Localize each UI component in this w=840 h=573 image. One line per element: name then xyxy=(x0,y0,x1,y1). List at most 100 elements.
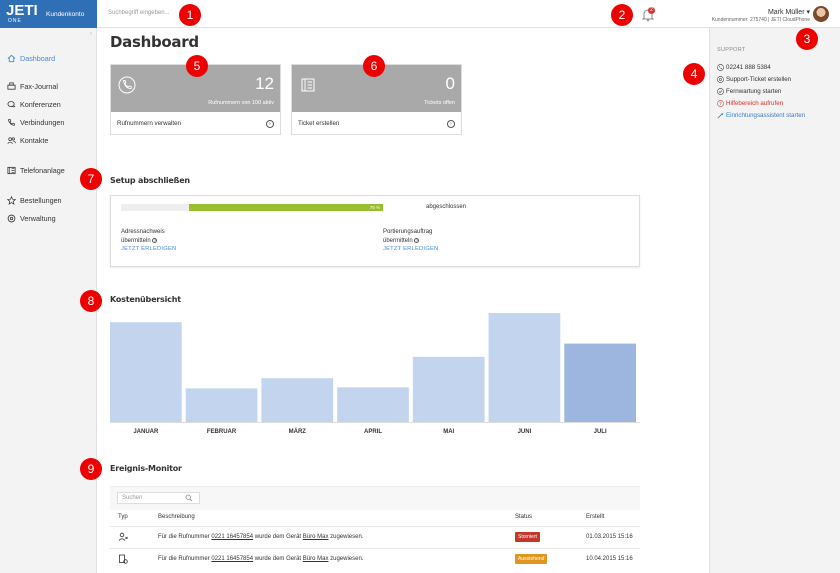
info-icon[interactable]: ? xyxy=(414,237,420,243)
sidebar-item-verbindungen[interactable]: Verbindungen xyxy=(6,116,64,128)
x-tick-label: MAI xyxy=(443,429,454,435)
avatar[interactable] xyxy=(813,6,829,22)
chevron-down-icon: ▾ xyxy=(806,9,810,16)
task-address-proof: Adressnachweis übermitteln ? JETZT ERLED… xyxy=(121,228,176,254)
bar-februar[interactable] xyxy=(185,388,258,422)
column-header-status[interactable]: Status xyxy=(515,514,532,520)
svg-text:?: ? xyxy=(719,101,722,106)
phone-number-link[interactable]: 0221 16457854 xyxy=(211,534,253,540)
costs-chart: JANUAR FEBRUAR MÄRZ APRIL MAI JUNI JULI xyxy=(110,306,640,444)
device-link[interactable]: Büro Max xyxy=(303,556,329,562)
support-item-label: Einrichtungsassistent starten xyxy=(726,112,806,119)
sidebar-item-label: Dashboard xyxy=(20,53,56,63)
sidebar-item-label: Bestellungen xyxy=(20,195,62,205)
sidebar-item-dashboard[interactable]: Dashboard xyxy=(6,52,55,64)
bar-januar[interactable] xyxy=(110,322,182,422)
sidebar-item-label: Fax-Journal xyxy=(20,81,58,91)
task-action-link[interactable]: JETZT ERLEDIGEN xyxy=(121,245,176,254)
create-ticket-link[interactable]: Ticket erstellen › xyxy=(292,112,461,135)
card-caption: Rufnummern von 100 aktiv xyxy=(208,100,274,106)
notification-badge: 2 xyxy=(648,7,655,14)
help-icon: ? xyxy=(717,100,724,107)
chat-icon xyxy=(6,99,16,109)
card-number: 0 xyxy=(445,74,455,93)
setup-progress-bar: 75 % xyxy=(121,204,383,211)
column-header-description[interactable]: Beschreibung xyxy=(158,514,195,520)
info-icon[interactable]: ? xyxy=(152,237,158,243)
top-bar: JETI ONE Kundenkonto Suchbegriff eingebe… xyxy=(0,0,840,28)
sidebar-item-label: Konferenzen xyxy=(20,99,61,109)
column-header-type[interactable]: Typ xyxy=(118,514,128,520)
bar-märz[interactable] xyxy=(261,378,334,422)
setup-panel: 75 % abgeschlossen Adressnachweis übermi… xyxy=(110,195,640,267)
phone-number-link[interactable]: 0221 16457854 xyxy=(211,556,253,562)
marker-6: 6 xyxy=(363,55,385,77)
support-panel: SUPPORT 02241 888 5384 Support-Ticket er… xyxy=(709,28,840,573)
user-menu[interactable]: Mark Müller ▾ xyxy=(768,8,810,16)
task-action-link[interactable]: JETZT ERLEDIGEN xyxy=(383,245,438,254)
sidebar-item-konferenzen[interactable]: Konferenzen xyxy=(6,98,61,110)
sidebar-item-bestellungen[interactable]: Bestellungen xyxy=(6,194,62,206)
progress-label: abgeschlossen xyxy=(426,204,467,210)
card-number: 12 xyxy=(255,74,274,93)
setup-title: Setup abschließen xyxy=(110,176,190,185)
bar-april[interactable] xyxy=(337,387,409,422)
global-search-input[interactable]: Suchbegriff eingeben... xyxy=(108,10,170,16)
collapse-icon[interactable]: ‹ xyxy=(90,31,92,37)
help-link[interactable]: ? Hilfebereich aufrufen xyxy=(717,100,783,107)
marker-4: 4 xyxy=(683,63,705,85)
desc-text: wurde dem Gerät xyxy=(253,556,303,562)
device-icon xyxy=(301,78,315,92)
column-header-created[interactable]: Erstellt xyxy=(586,514,604,520)
events-title: Ereignis-Monitor xyxy=(110,464,182,473)
bar-juni[interactable] xyxy=(488,313,561,422)
fax-icon xyxy=(6,81,16,91)
sidebar-item-telefonanlage[interactable]: Telefonanlage xyxy=(6,164,65,176)
pbx-icon xyxy=(6,165,16,175)
sidebar-item-label: Verwaltung xyxy=(20,213,56,223)
bar-juli[interactable] xyxy=(564,343,636,422)
desc-text: Für die Rufnummer xyxy=(158,534,212,540)
wizard-icon xyxy=(717,112,724,119)
x-tick-label: MÄRZ xyxy=(289,428,307,435)
setup-wizard-link[interactable]: Einrichtungsassistent starten xyxy=(717,112,805,119)
logo[interactable]: JETI ONE Kundenkonto xyxy=(0,0,97,28)
event-date: 01.03.2015 15:16 xyxy=(586,534,633,540)
remote-icon xyxy=(717,88,724,95)
costs-bar-chart: JANUAR FEBRUAR MÄRZ APRIL MAI JUNI JULI xyxy=(110,313,640,435)
search-icon[interactable] xyxy=(185,494,193,502)
device-link[interactable]: Büro Max xyxy=(303,534,329,540)
at-icon xyxy=(717,76,724,83)
x-tick-label: JANUAR xyxy=(133,429,159,435)
sidebar-item-label: Kontakte xyxy=(20,135,49,145)
task-title: Adressnachweis xyxy=(121,229,165,235)
sidebar-item-label: Telefonanlage xyxy=(20,165,65,175)
sidebar-item-kontakte[interactable]: Kontakte xyxy=(6,134,48,146)
progress-percent: 75 % xyxy=(369,205,380,210)
desc-text: zugewiesen. xyxy=(328,556,364,562)
x-tick-label: JUNI xyxy=(518,429,532,435)
marker-3: 3 xyxy=(796,28,818,50)
account-name: Kundenkonto xyxy=(46,11,85,18)
remote-maintenance-link[interactable]: Fernwartung starten xyxy=(717,88,781,95)
sidebar-item-fax-journal[interactable]: Fax-Journal xyxy=(6,80,58,92)
support-ticket-link[interactable]: Support-Ticket erstellen xyxy=(717,76,791,83)
x-tick-label: JULI xyxy=(594,429,607,435)
support-item-label: Support-Ticket erstellen xyxy=(726,76,792,83)
table-row[interactable]: Für die Rufnummer 0221 16457854 wurde de… xyxy=(110,548,640,570)
sidebar-item-verwaltung[interactable]: Verwaltung xyxy=(6,212,56,224)
table-row[interactable]: Für die Rufnummer 0221 16457854 wurde de… xyxy=(110,526,640,548)
support-item-label: Hilfebereich aufrufen xyxy=(726,100,784,107)
marker-8: 8 xyxy=(80,290,102,312)
event-search-bar: Suchen xyxy=(110,486,640,510)
status-badge: Ausstehend xyxy=(515,554,548,564)
event-date: 10.04.2015 15:16 xyxy=(586,556,633,562)
user-name: Mark Müller xyxy=(767,9,805,16)
phone-icon xyxy=(717,64,724,71)
support-phone-link[interactable]: 02241 888 5384 xyxy=(717,64,771,71)
arrow-right-icon: › xyxy=(447,119,455,128)
progress-fill: 75 % xyxy=(189,204,383,211)
x-tick-label: APRIL xyxy=(364,429,382,435)
bar-mai[interactable] xyxy=(412,356,485,422)
manage-numbers-link[interactable]: Rufnummern verwalten › xyxy=(111,112,280,135)
